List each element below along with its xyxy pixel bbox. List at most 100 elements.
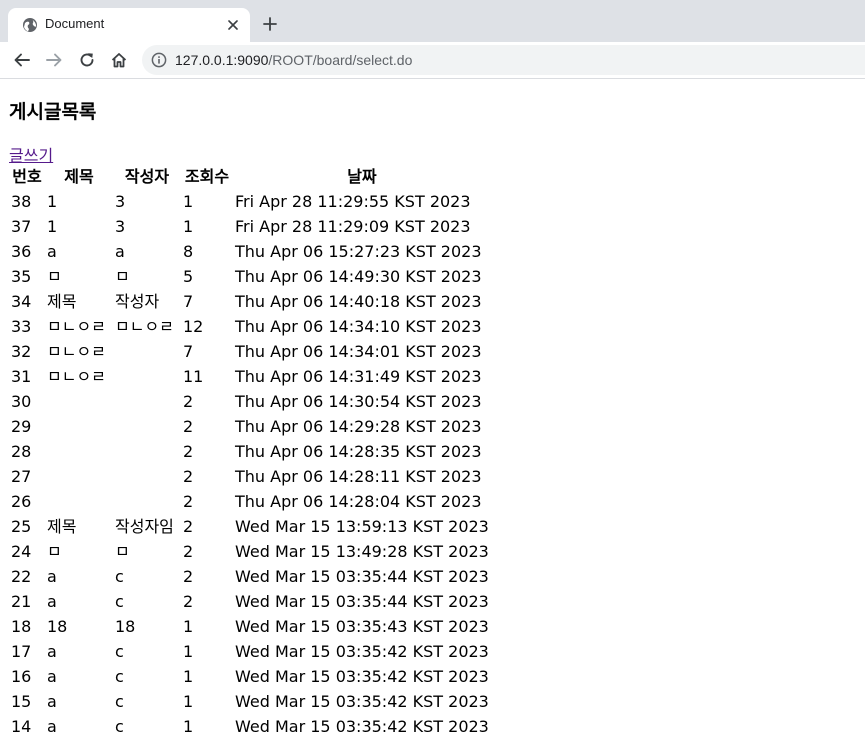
cell-title: a <box>47 667 57 686</box>
cell-title: 1 <box>47 192 58 211</box>
cell-writer: 3 <box>115 192 126 211</box>
info-icon[interactable] <box>151 52 167 68</box>
cell-views: 2 <box>183 392 194 411</box>
cell-title <box>45 464 113 489</box>
reload-icon[interactable] <box>77 50 97 70</box>
table-row[interactable]: 14 a c 1 Wed Mar 15 03:35:42 KST 2023 <box>9 714 491 739</box>
cell-title: 제목 <box>47 517 77 536</box>
forward-arrow-icon[interactable] <box>44 50 64 70</box>
cell-views: 2 <box>183 492 194 511</box>
home-icon[interactable] <box>109 50 129 70</box>
table-row[interactable]: 29 2 Thu Apr 06 14:29:28 KST 2023 <box>9 414 491 439</box>
header-number: 번호 <box>12 167 42 186</box>
tab-title: Document <box>45 16 105 31</box>
header-writer: 작성자 <box>124 167 170 186</box>
table-row[interactable]: 30 2 Thu Apr 06 14:30:54 KST 2023 <box>9 389 491 414</box>
cell-number: 26 <box>11 492 32 511</box>
cell-views: 2 <box>183 442 194 461</box>
cell-number: 31 <box>11 367 32 386</box>
cell-date: Wed Mar 15 03:35:42 KST 2023 <box>235 717 489 736</box>
cell-writer <box>113 439 181 464</box>
cell-writer: ㅁㄴㅇㄹ <box>115 317 174 336</box>
cell-title: ㅁㄴㅇㄹ <box>47 367 106 386</box>
browser-tab[interactable]: Document <box>8 8 250 42</box>
cell-views: 7 <box>183 292 194 311</box>
cell-date: Thu Apr 06 14:49:30 KST 2023 <box>235 267 482 286</box>
cell-writer: c <box>115 692 124 711</box>
cell-views: 5 <box>183 267 194 286</box>
cell-views: 2 <box>183 542 194 561</box>
table-row[interactable]: 17 a c 1 Wed Mar 15 03:35:42 KST 2023 <box>9 639 491 664</box>
cell-writer <box>113 464 181 489</box>
post-list-table: 번호 제목 작성자 조회수 날짜 38 1 3 1 Fri Apr 28 11:29:5… <box>9 164 491 739</box>
cell-date: Thu Apr 06 14:30:54 KST 2023 <box>235 392 482 411</box>
cell-number: 36 <box>11 242 32 261</box>
header-title: 제목 <box>64 167 94 186</box>
cell-number: 24 <box>11 542 32 561</box>
cell-title: a <box>47 717 57 736</box>
cell-date: Thu Apr 06 14:29:28 KST 2023 <box>235 417 482 436</box>
cell-writer: 작성자 <box>115 292 160 311</box>
cell-views: 1 <box>183 667 194 686</box>
header-views: 조회수 <box>184 167 230 186</box>
table-row[interactable]: 38 1 3 1 Fri Apr 28 11:29:55 KST 2023 <box>9 189 491 214</box>
table-row[interactable]: 35 ㅁ ㅁ 5 Thu Apr 06 14:49:30 KST 2023 <box>9 264 491 289</box>
table-row[interactable]: 36 a a 8 Thu Apr 06 15:27:23 KST 2023 <box>9 239 491 264</box>
table-row[interactable]: 15 a c 1 Wed Mar 15 03:35:42 KST 2023 <box>9 689 491 714</box>
table-row[interactable]: 37 1 3 1 Fri Apr 28 11:29:09 KST 2023 <box>9 214 491 239</box>
cell-date: Fri Apr 28 11:29:09 KST 2023 <box>235 217 471 236</box>
cell-writer <box>113 364 181 389</box>
post-list-body: 38 1 3 1 Fri Apr 28 11:29:55 KST 2023 37 1 3 1 Fr… <box>9 189 491 739</box>
cell-views: 8 <box>183 242 194 261</box>
cell-views: 1 <box>183 617 194 636</box>
cell-date: Wed Mar 15 03:35:42 KST 2023 <box>235 667 489 686</box>
cell-number: 33 <box>11 317 32 336</box>
page-content: 게시글목록 글쓰기 번호 제목 작성자 조회수 날짜 38 1 3 1 Fri Apr … <box>0 79 865 739</box>
cell-views: 1 <box>183 717 194 736</box>
table-row[interactable]: 26 2 Thu Apr 06 14:28:04 KST 2023 <box>9 489 491 514</box>
cell-writer: 18 <box>115 617 136 636</box>
cell-number: 37 <box>11 217 32 236</box>
table-row[interactable]: 33 ㅁㄴㅇㄹ ㅁㄴㅇㄹ 12 Thu Apr 06 14:34:10 KST 2023 <box>9 314 491 339</box>
plus-icon[interactable] <box>260 14 280 34</box>
cell-title: a <box>47 642 57 661</box>
table-row[interactable]: 18 18 18 1 Wed Mar 15 03:35:43 KST 2023 <box>9 614 491 639</box>
cell-number: 18 <box>11 617 32 636</box>
cell-title: a <box>47 592 57 611</box>
table-row[interactable]: 31 ㅁㄴㅇㄹ 11 Thu Apr 06 14:31:49 KST 2023 <box>9 364 491 389</box>
table-row[interactable]: 28 2 Thu Apr 06 14:28:35 KST 2023 <box>9 439 491 464</box>
table-row[interactable]: 27 2 Thu Apr 06 14:28:11 KST 2023 <box>9 464 491 489</box>
cell-number: 14 <box>11 717 32 736</box>
table-row[interactable]: 21 a c 2 Wed Mar 15 03:35:44 KST 2023 <box>9 589 491 614</box>
back-arrow-icon[interactable] <box>12 50 32 70</box>
address-bar[interactable]: 127.0.0.1:9090/ROOT/board/select.do <box>142 45 865 75</box>
cell-number: 28 <box>11 442 32 461</box>
cell-views: 2 <box>183 467 194 486</box>
table-header-row: 번호 제목 작성자 조회수 날짜 <box>9 164 491 189</box>
cell-date: Thu Apr 06 14:28:11 KST 2023 <box>235 467 482 486</box>
tab-strip: Document <box>0 0 865 42</box>
table-row[interactable]: 32 ㅁㄴㅇㄹ 7 Thu Apr 06 14:34:01 KST 2023 <box>9 339 491 364</box>
table-row[interactable]: 16 a c 1 Wed Mar 15 03:35:42 KST 2023 <box>9 664 491 689</box>
cell-date: Thu Apr 06 14:40:18 KST 2023 <box>235 292 482 311</box>
cell-number: 21 <box>11 592 32 611</box>
cell-number: 35 <box>11 267 32 286</box>
table-row[interactable]: 25 제목 작성자임 2 Wed Mar 15 13:59:13 KST 2023 <box>9 514 491 539</box>
cell-date: Thu Apr 06 14:34:10 KST 2023 <box>235 317 482 336</box>
cell-title: ㅁㄴㅇㄹ <box>47 317 106 336</box>
cell-number: 27 <box>11 467 32 486</box>
write-post-link[interactable]: 글쓰기 <box>9 142 53 166</box>
close-icon[interactable] <box>225 17 241 33</box>
cell-views: 1 <box>183 692 194 711</box>
cell-writer: 3 <box>115 217 126 236</box>
cell-title: ㅁㄴㅇㄹ <box>47 342 106 361</box>
table-row[interactable]: 22 a c 2 Wed Mar 15 03:35:44 KST 2023 <box>9 564 491 589</box>
table-row[interactable]: 34 제목 작성자 7 Thu Apr 06 14:40:18 KST 2023 <box>9 289 491 314</box>
table-row[interactable]: 24 ㅁ ㅁ 2 Wed Mar 15 13:49:28 KST 2023 <box>9 539 491 564</box>
cell-number: 34 <box>11 292 32 311</box>
cell-title: a <box>47 242 57 261</box>
cell-date: Wed Mar 15 13:49:28 KST 2023 <box>235 542 489 561</box>
cell-views: 2 <box>183 517 194 536</box>
cell-date: Wed Mar 15 03:35:42 KST 2023 <box>235 692 489 711</box>
cell-writer <box>113 389 181 414</box>
